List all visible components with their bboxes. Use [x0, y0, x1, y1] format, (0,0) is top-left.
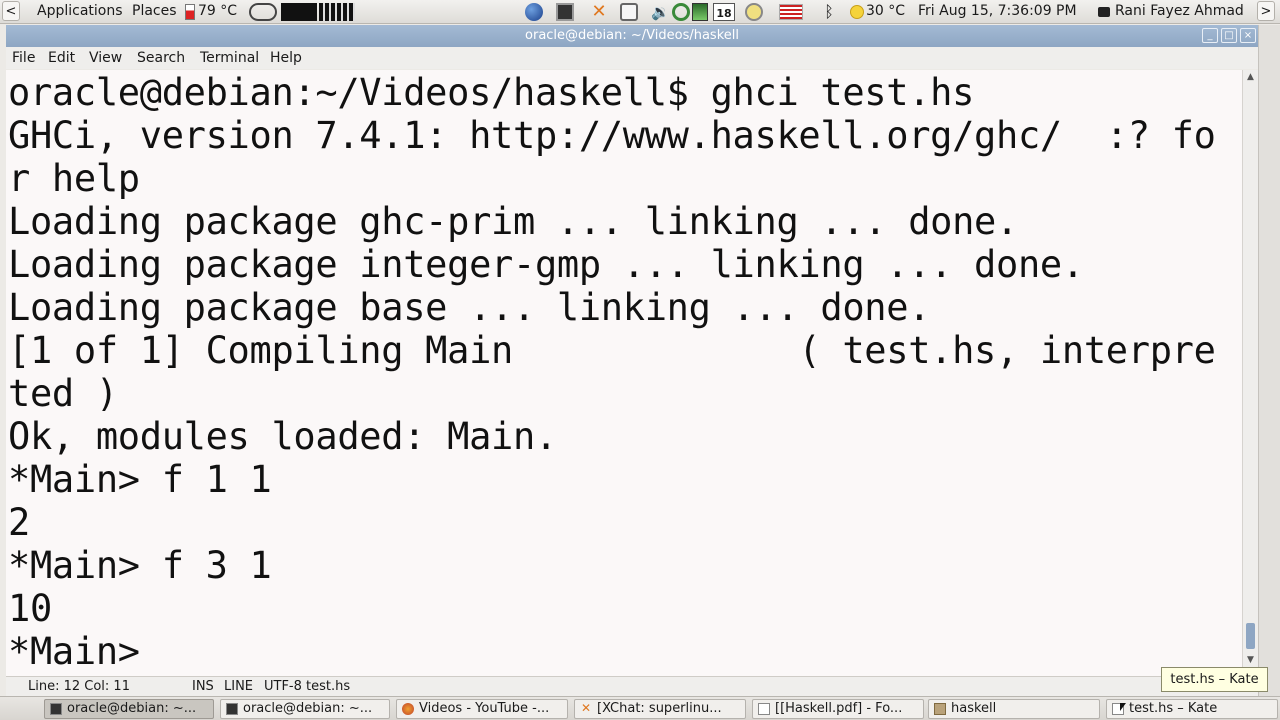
volume-icon[interactable]: 🔉	[651, 3, 670, 21]
window-title: oracle@debian: ~/Videos/haskell	[525, 28, 739, 43]
panel-right-arrow-button[interactable]: >	[1257, 1, 1275, 21]
close-button[interactable]: ×	[1240, 28, 1256, 43]
terminal-output[interactable]: oracle@debian:~/Videos/haskell$ ghci tes…	[6, 70, 1242, 676]
task-terminal-1[interactable]: oracle@debian: ~...	[44, 699, 214, 719]
user-chat-icon	[1098, 7, 1110, 17]
top-panel: < Applications Places 79 °C ✕ 🔉 18 ᛒ 30 …	[0, 0, 1280, 24]
terminal-icon	[226, 703, 238, 715]
insert-mode[interactable]: INS	[192, 679, 214, 694]
terminal-line: 10	[8, 587, 52, 630]
terminal-line: 2	[8, 501, 30, 544]
maximize-button[interactable]: □	[1221, 28, 1237, 43]
task-label: oracle@debian: ~...	[67, 701, 197, 716]
terminal-launcher-icon[interactable]	[556, 3, 574, 21]
temperature-right[interactable]: 30 °C	[866, 3, 905, 19]
menu-terminal[interactable]: Terminal	[200, 50, 259, 66]
terminal-line: Loading package ghc-prim ... linking ...…	[8, 200, 1018, 243]
mouse-cursor-icon	[1120, 703, 1126, 711]
calendar-icon[interactable]: 18	[713, 3, 735, 21]
menu-view[interactable]: View	[89, 50, 122, 66]
encoding-filename: UTF-8 test.hs	[264, 679, 351, 694]
network-icon[interactable]	[672, 3, 690, 21]
window-titlebar[interactable]: oracle@debian: ~/Videos/haskell _ □ ×	[6, 25, 1258, 47]
terminal-line: Ok, modules loaded: Main.	[8, 415, 557, 458]
globe-icon[interactable]	[525, 3, 543, 21]
battery-icon[interactable]	[692, 3, 708, 21]
folder-icon	[934, 703, 946, 715]
terminal-line: GHCi, version 7.4.1: http://www.haskell.…	[8, 114, 1216, 157]
terminal-line: [1 of 1] Compiling Main ( test.hs, inter…	[8, 329, 1216, 372]
menubar: File Edit View Search Terminal Help	[6, 47, 1258, 69]
clock[interactable]: Fri Aug 15, 7:36:09 PM	[918, 3, 1077, 19]
task-browser[interactable]: Videos - YouTube -...	[396, 699, 568, 719]
task-label: haskell	[951, 701, 997, 716]
task-kate[interactable]: test.hs – Kate	[1106, 699, 1278, 719]
weather-sun-icon	[850, 5, 864, 19]
task-terminal-2[interactable]: oracle@debian: ~...	[220, 699, 390, 719]
terminal-line: r help	[8, 157, 140, 200]
task-label: test.hs – Kate	[1129, 701, 1218, 716]
keyboard-layout-flag-icon[interactable]	[779, 4, 803, 20]
bluetooth-icon[interactable]: ᛒ	[820, 3, 838, 21]
update-notifier-icon[interactable]	[745, 3, 763, 21]
task-label: Videos - YouTube -...	[419, 701, 550, 716]
panel-left-arrow-button[interactable]: <	[2, 1, 20, 21]
xchat-icon: ✕	[580, 701, 592, 715]
taskbar-tooltip: test.hs – Kate	[1161, 667, 1268, 692]
terminal-line: oracle@debian:~/Videos/haskell$ ghci tes…	[8, 71, 975, 114]
thermometer-icon	[185, 4, 195, 20]
memory-graph-icon	[319, 3, 355, 21]
terminal-prompt-line: *Main>	[8, 630, 162, 673]
selection-mode[interactable]: LINE	[224, 679, 253, 694]
terminal-icon	[50, 703, 62, 715]
firefox-icon	[402, 703, 414, 715]
menu-file[interactable]: File	[12, 50, 35, 66]
glasses-icon	[249, 3, 277, 21]
minimize-button[interactable]: _	[1202, 28, 1218, 43]
terminal-scrollbar[interactable]: ▲ ▼	[1242, 70, 1258, 676]
user-menu[interactable]: Rani Fayez Ahmad	[1115, 3, 1244, 19]
task-pdf-viewer[interactable]: [[Haskell.pdf] - Fo...	[752, 699, 924, 719]
scroll-up-arrow-icon[interactable]: ▲	[1245, 72, 1256, 83]
task-file-manager[interactable]: haskell	[928, 699, 1100, 719]
terminal-line: ted )	[8, 372, 118, 415]
cursor-position: Line: 12 Col: 11	[28, 679, 130, 694]
scrollbar-thumb[interactable]	[1246, 623, 1255, 649]
background-window-edge	[1258, 25, 1280, 696]
terminal-line: *Main> f 1 1	[8, 458, 272, 501]
document-icon	[758, 703, 770, 715]
tools-icon[interactable]: ✕	[590, 3, 608, 21]
task-label: [XChat: superlinu...	[597, 701, 722, 716]
task-label: oracle@debian: ~...	[243, 701, 373, 716]
taskbar: oracle@debian: ~... oracle@debian: ~... …	[0, 696, 1280, 720]
terminal-line: Loading package integer-gmp ... linking …	[8, 243, 1084, 286]
terminal-line: Loading package base ... linking ... don…	[8, 286, 931, 329]
cpu-graph-icon	[281, 3, 317, 21]
task-xchat[interactable]: ✕ [XChat: superlinu...	[574, 699, 746, 719]
applications-menu[interactable]: Applications	[37, 3, 123, 19]
scroll-down-arrow-icon[interactable]: ▼	[1245, 655, 1256, 666]
menu-search[interactable]: Search	[137, 50, 185, 66]
editor-statusbar: Line: 12 Col: 11 INS LINE UTF-8 test.hs	[6, 676, 1258, 697]
task-label: [[Haskell.pdf] - Fo...	[775, 701, 903, 716]
terminal-line: *Main> f 3 1	[8, 544, 272, 587]
menu-edit[interactable]: Edit	[48, 50, 75, 66]
clipboard-icon[interactable]	[620, 3, 638, 21]
menu-help[interactable]: Help	[270, 50, 302, 66]
temperature-left: 79 °C	[198, 3, 238, 19]
places-menu[interactable]: Places	[132, 3, 177, 19]
